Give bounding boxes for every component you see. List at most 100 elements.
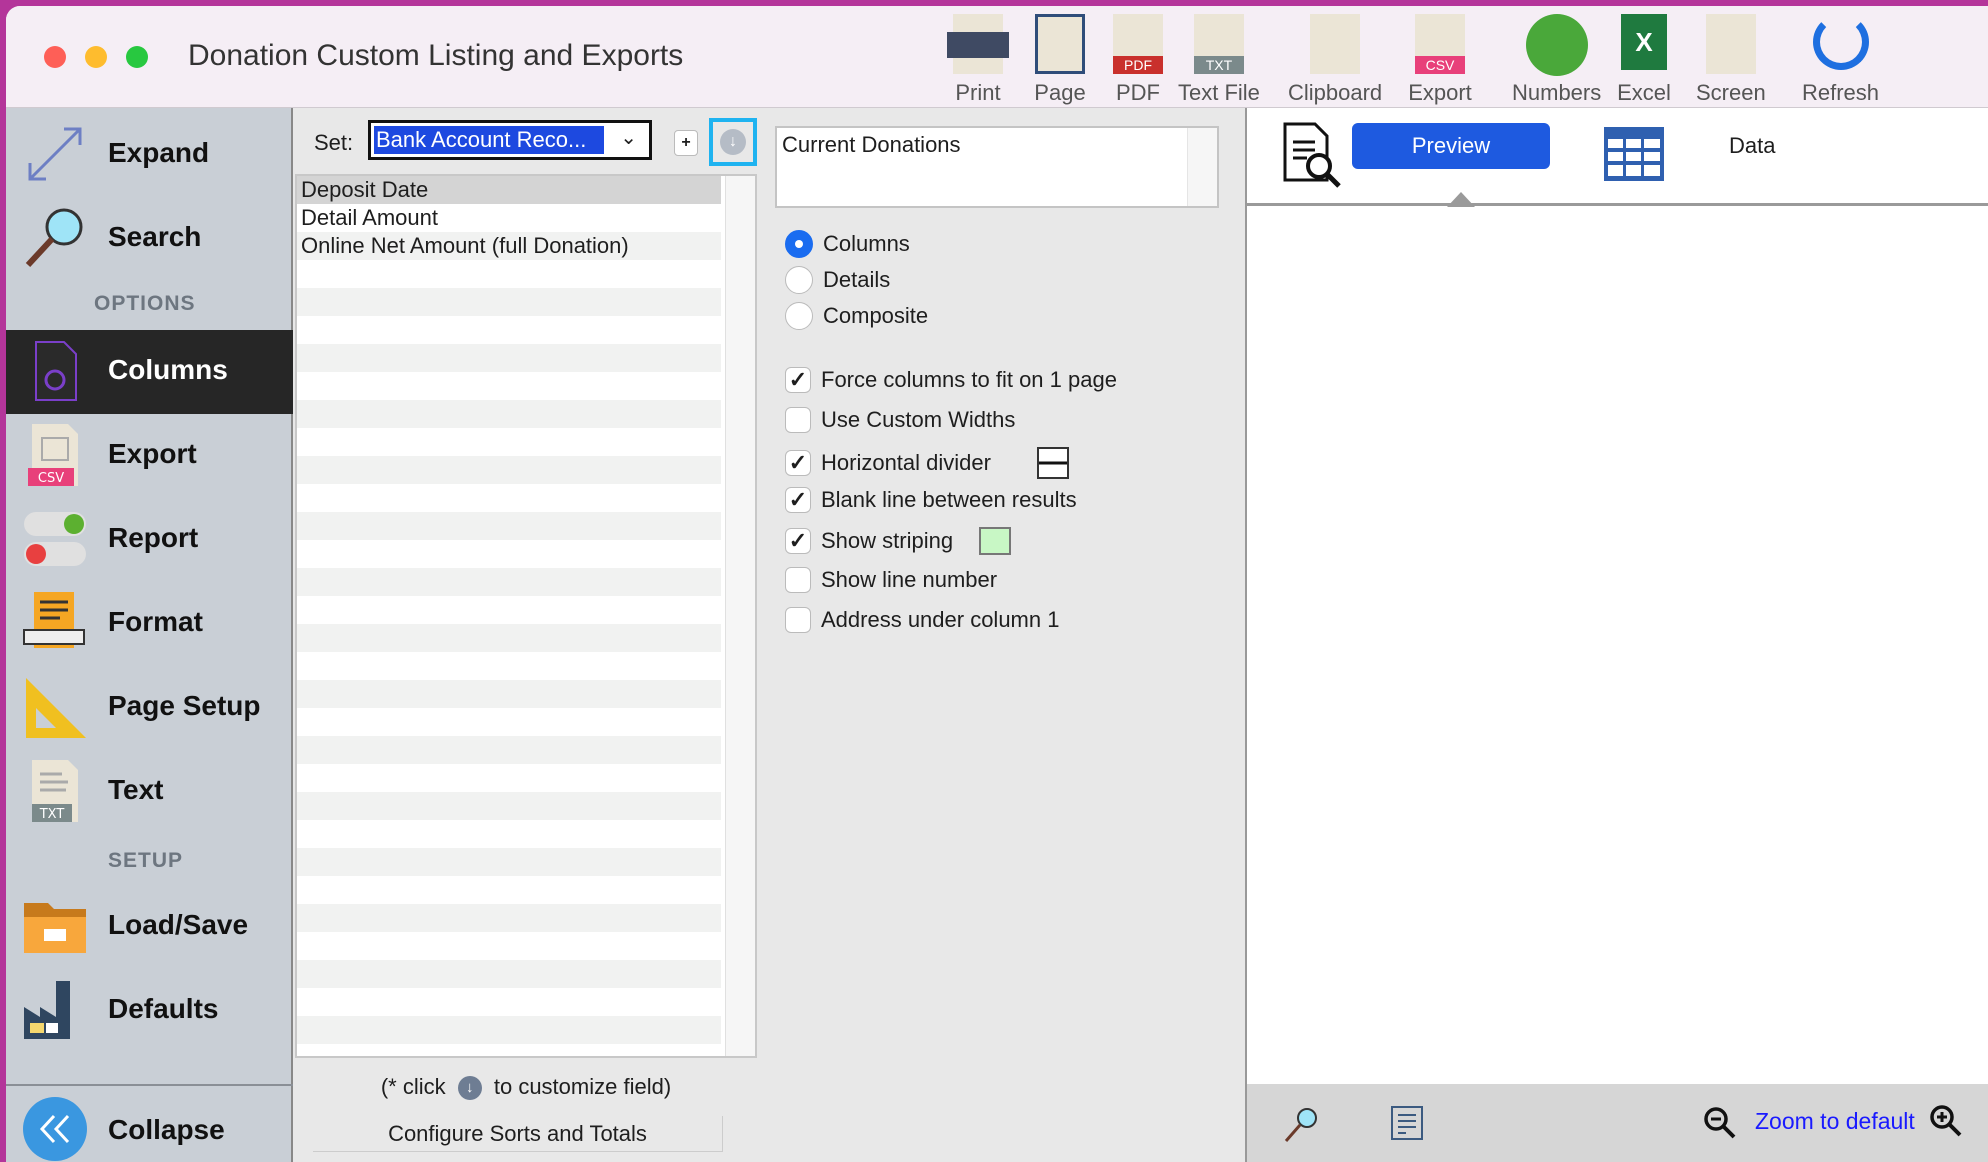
list-item[interactable]: Online Net Amount (full Donation) [297,232,721,260]
list-item[interactable] [297,652,721,680]
list-item[interactable] [297,540,721,568]
list-item[interactable] [297,456,721,484]
striping-color-swatch[interactable] [979,527,1012,555]
checkbox-show-line-number[interactable]: Show line number [785,567,997,593]
list-scrollbar[interactable] [725,176,755,1056]
radio-button[interactable] [785,230,813,258]
toolbar-page-button[interactable]: Page [1028,14,1092,106]
list-item[interactable] [297,988,721,1016]
checkbox[interactable] [785,567,811,593]
zoom-to-default-link[interactable]: Zoom to default [1755,1108,1915,1135]
collapse-button[interactable]: Collapse [6,1088,293,1162]
document-icon[interactable] [1391,1106,1423,1140]
column-list[interactable]: Deposit Date Detail Amount Online Net Amou… [295,174,757,1058]
list-item[interactable] [297,932,721,960]
list-item[interactable] [297,848,721,876]
checkbox[interactable] [785,407,811,433]
list-item[interactable] [297,876,721,904]
toolbar-pdf-button[interactable]: PDF PDF [1106,14,1170,106]
checkbox-force-columns-to-fit-on-1-page[interactable]: ✓ Force columns to fit on 1 page [785,367,1117,393]
customize-field-button[interactable]: ↓ [709,118,757,166]
table-icon[interactable] [1602,125,1666,183]
sidebar-item-text[interactable]: TXT Text [6,750,293,834]
magnifier-icon[interactable] [1283,1106,1319,1144]
hint-text: to customize field) [493,1074,672,1099]
list-item[interactable] [297,708,721,736]
sidebar-item-load-save[interactable]: Load/Save [6,885,293,969]
list-item[interactable] [297,344,721,372]
configure-sorts-button[interactable]: Configure Sorts and Totals [313,1116,723,1152]
sidebar-item-defaults[interactable]: Defaults [6,969,293,1053]
sidebar-item-page-setup[interactable]: Page Setup [6,666,293,750]
toolbar-refresh-button[interactable]: Refresh [1802,14,1879,106]
list-item[interactable] [297,820,721,848]
list-item[interactable] [297,792,721,820]
source-scrollbar[interactable] [1187,128,1217,206]
list-item[interactable]: Detail Amount [297,204,721,232]
list-item[interactable] [297,960,721,988]
checkbox-show-striping[interactable]: ✓ Show striping [785,527,1012,555]
expand-button[interactable]: Expand [6,113,293,197]
checkbox[interactable]: ✓ [785,450,811,476]
radio-details[interactable]: Details [785,266,890,294]
list-item[interactable] [297,428,721,456]
list-item[interactable] [297,512,721,540]
toolbar-text-file-button[interactable]: TXT Text File [1178,14,1260,106]
search-button[interactable]: Search [6,197,293,281]
set-dropdown[interactable]: Bank Account Reco... ⌄ [368,120,652,160]
checkbox-address-under-column-1[interactable]: Address under column 1 [785,607,1059,633]
checkbox-label: Show line number [821,567,998,592]
list-item[interactable] [297,624,721,652]
icon-badge: TXT [1193,56,1244,74]
source-box[interactable]: Current Donations [775,126,1219,208]
list-item[interactable] [297,904,721,932]
list-item[interactable] [297,680,721,708]
radio-columns[interactable]: Columns [785,230,910,258]
checkbox-use-custom-widths[interactable]: Use Custom Widths [785,407,1015,433]
divider-style-swatch[interactable] [1036,447,1069,479]
preview-document-icon[interactable] [1281,122,1343,188]
toolbar-export-button[interactable]: CSV Export [1408,14,1472,106]
radio-button[interactable] [785,302,813,330]
close-button[interactable] [44,46,66,68]
list-item[interactable] [297,400,721,428]
icon-badge: PDF [1113,56,1163,74]
list-item[interactable] [297,596,721,624]
list-item[interactable] [297,1016,721,1044]
list-item[interactable] [297,288,721,316]
list-item[interactable] [297,372,721,400]
checkbox[interactable]: ✓ [785,367,811,393]
checkbox-horizontal-divider[interactable]: ✓ Horizontal divider [785,447,1069,479]
list-item[interactable] [297,568,721,596]
sidebar-item-format[interactable]: Format [6,582,293,666]
tab-preview[interactable]: Preview [1352,123,1550,169]
sidebar-item-columns[interactable]: Columns [6,330,293,414]
window-title: Donation Custom Listing and Exports [188,39,684,72]
list-item[interactable] [297,764,721,792]
tab-data[interactable]: Data [1729,133,1775,159]
zoom-in-icon[interactable] [1929,1104,1963,1138]
toolbar-print-button[interactable]: Print [946,14,1010,106]
radio-composite[interactable]: Composite [785,302,928,330]
list-item[interactable] [297,484,721,512]
minimize-button[interactable] [85,46,107,68]
checkbox[interactable]: ✓ [785,487,811,513]
list-item[interactable] [297,260,721,288]
sidebar-item-export[interactable]: CSV Export [6,414,293,498]
toolbar-screen-button[interactable]: Screen [1696,14,1766,106]
add-button[interactable]: + [674,130,698,156]
toolbar-excel-button[interactable]: X Excel [1612,14,1676,106]
list-item[interactable] [297,316,721,344]
checkbox[interactable]: ✓ [785,528,811,554]
toolbar-numbers-button[interactable]: Numbers [1512,14,1601,106]
list-item[interactable] [297,736,721,764]
checkbox[interactable] [785,607,811,633]
list-item[interactable]: Deposit Date [297,176,721,204]
divider [6,1084,293,1086]
checkbox-blank-line-between-results[interactable]: ✓ Blank line between results [785,487,1077,513]
zoom-out-icon[interactable] [1703,1106,1737,1140]
toolbar-clipboard-button[interactable]: Clipboard [1288,14,1382,106]
sidebar-item-report[interactable]: Report [6,498,293,582]
radio-button[interactable] [785,266,813,294]
zoom-button[interactable] [126,46,148,68]
